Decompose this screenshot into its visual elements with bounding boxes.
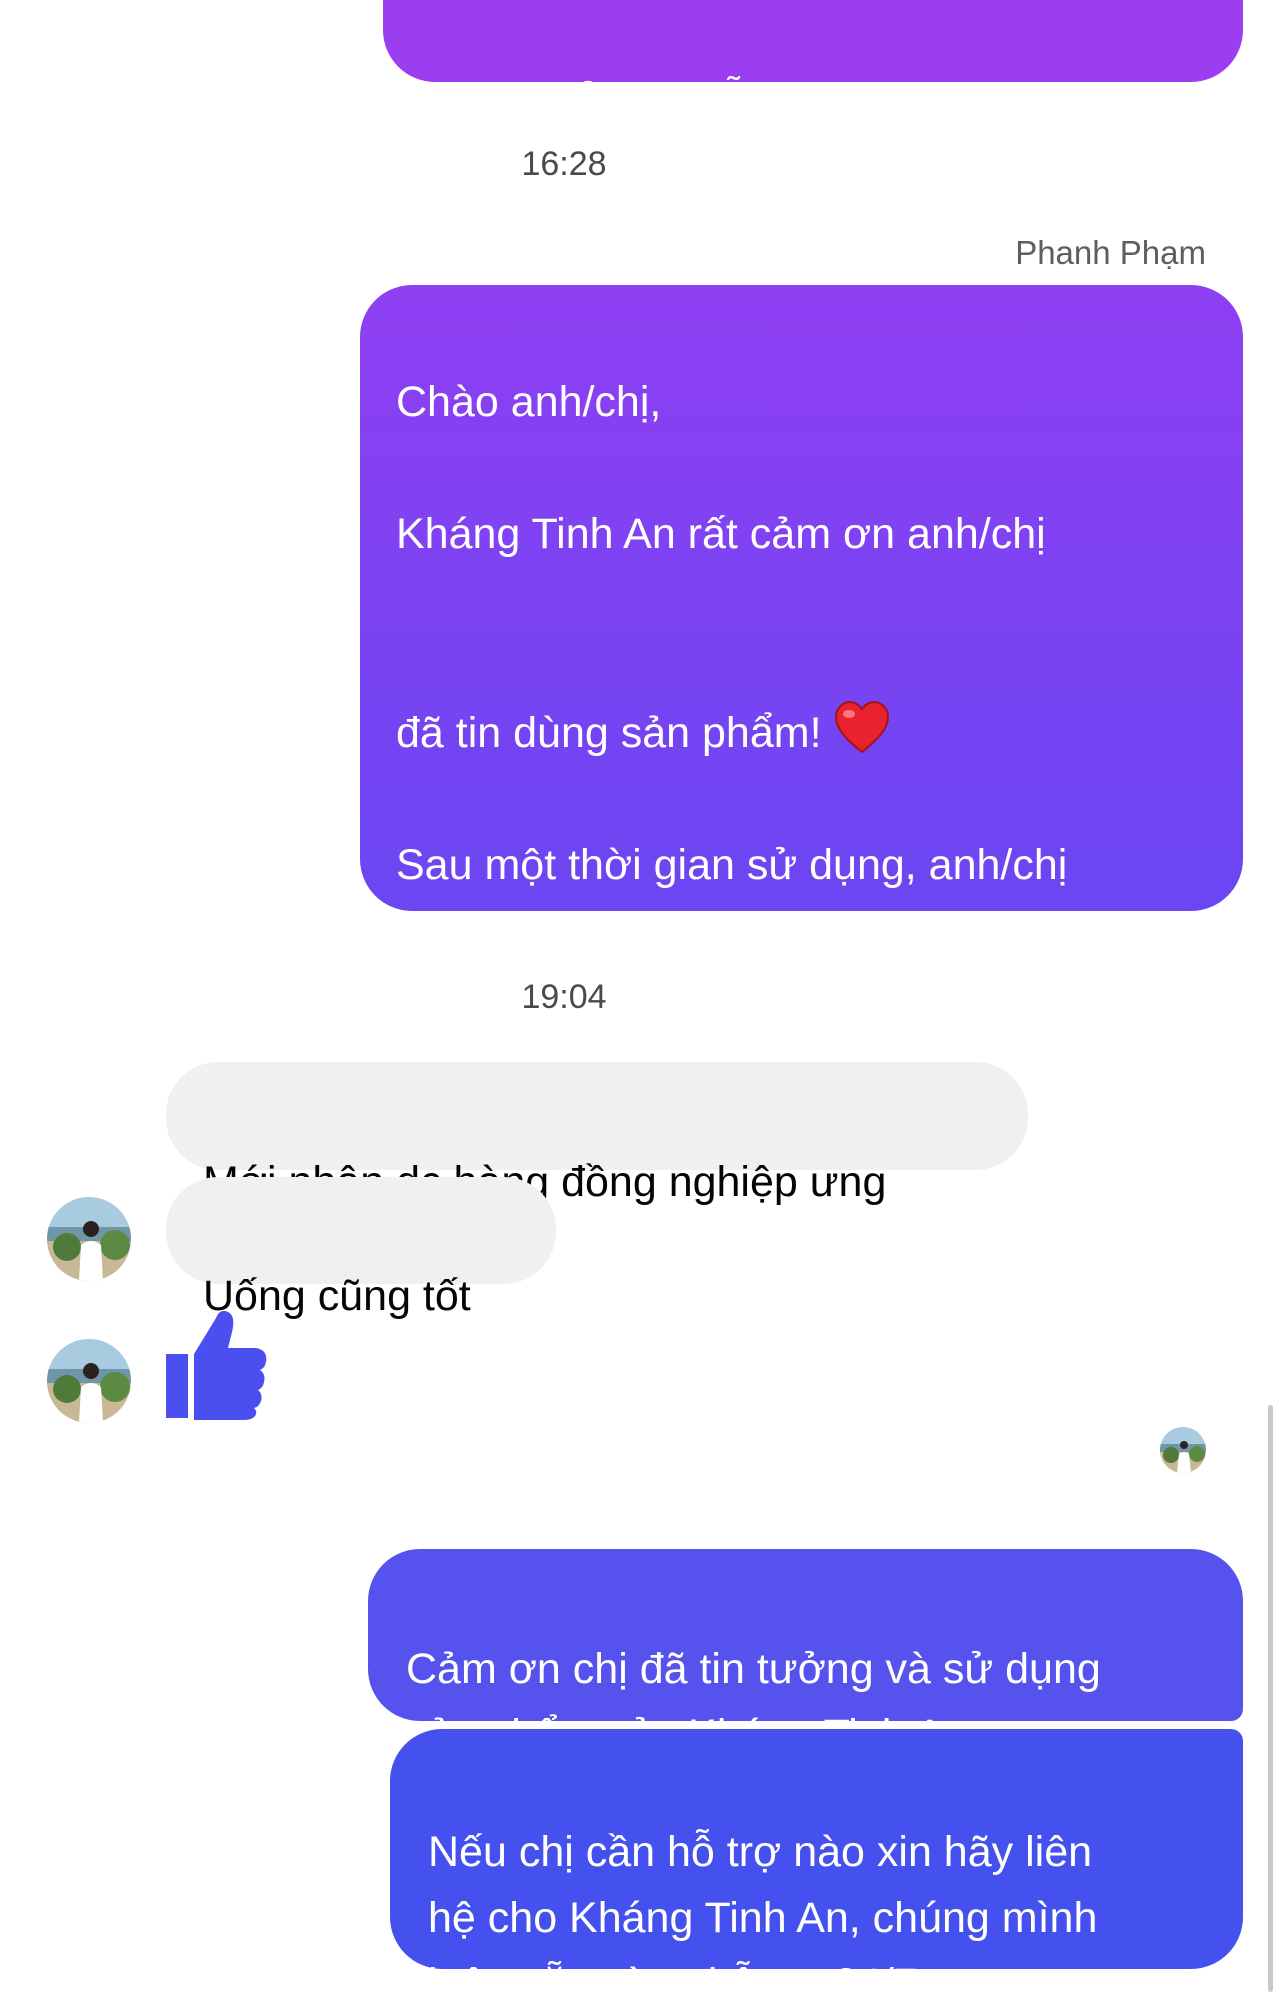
message-bubble-outgoing[interactable]: Cảm ơn chị đã tin tưởng và sử dụng sản p… xyxy=(368,1549,1243,1759)
contact-avatar-icon[interactable] xyxy=(47,1197,131,1281)
message-line: đã tin dùng sản phẩm! xyxy=(396,633,1223,766)
message-text: An luôn ở đây hỗ trợ bạn 24/24 xyxy=(419,75,1016,123)
heart-emoji-icon xyxy=(833,633,891,754)
message-bubble-outgoing[interactable]: Nếu chị cần hỗ trợ nào xin hãy liên hệ c… xyxy=(390,1729,1243,1992)
message-bubble-incoming[interactable]: Mới nhận dc hàng đồng nghiệp ưng xyxy=(166,1062,1028,1206)
message-line: Chào anh/chị, xyxy=(396,378,662,426)
timestamp: 16:28 xyxy=(521,145,607,183)
thumbs-up-icon[interactable] xyxy=(164,1306,268,1420)
message-text: Nếu chị cần hỗ trợ nào xin hãy liên hệ c… xyxy=(428,1828,1098,1992)
message-bubble-outgoing-long[interactable]: Chào anh/chị, Kháng Tinh An rất cảm ơn a… xyxy=(360,285,1243,1549)
scrollbar[interactable] xyxy=(1268,1405,1273,1992)
timestamp: 19:04 xyxy=(521,978,607,1016)
read-receipt-avatar-icon xyxy=(1160,1427,1206,1473)
message-line: Kháng Tinh An rất cảm ơn anh/chị xyxy=(396,510,1046,558)
message-bubble-incoming[interactable]: Uống cũng tốt xyxy=(166,1177,556,1320)
contact-avatar-icon[interactable] xyxy=(47,1339,131,1423)
sender-name: Phanh Phạm xyxy=(1015,234,1206,271)
message-line: Phản hồi của anh/chị vô cùng quý xyxy=(396,1369,1042,1417)
message-bubble-outgoing-top[interactable]: An luôn ở đây hỗ trợ bạn 24/24 xyxy=(383,0,1243,123)
message-line: Sau một thời gian sử dụng, anh/chị xyxy=(396,841,1068,889)
